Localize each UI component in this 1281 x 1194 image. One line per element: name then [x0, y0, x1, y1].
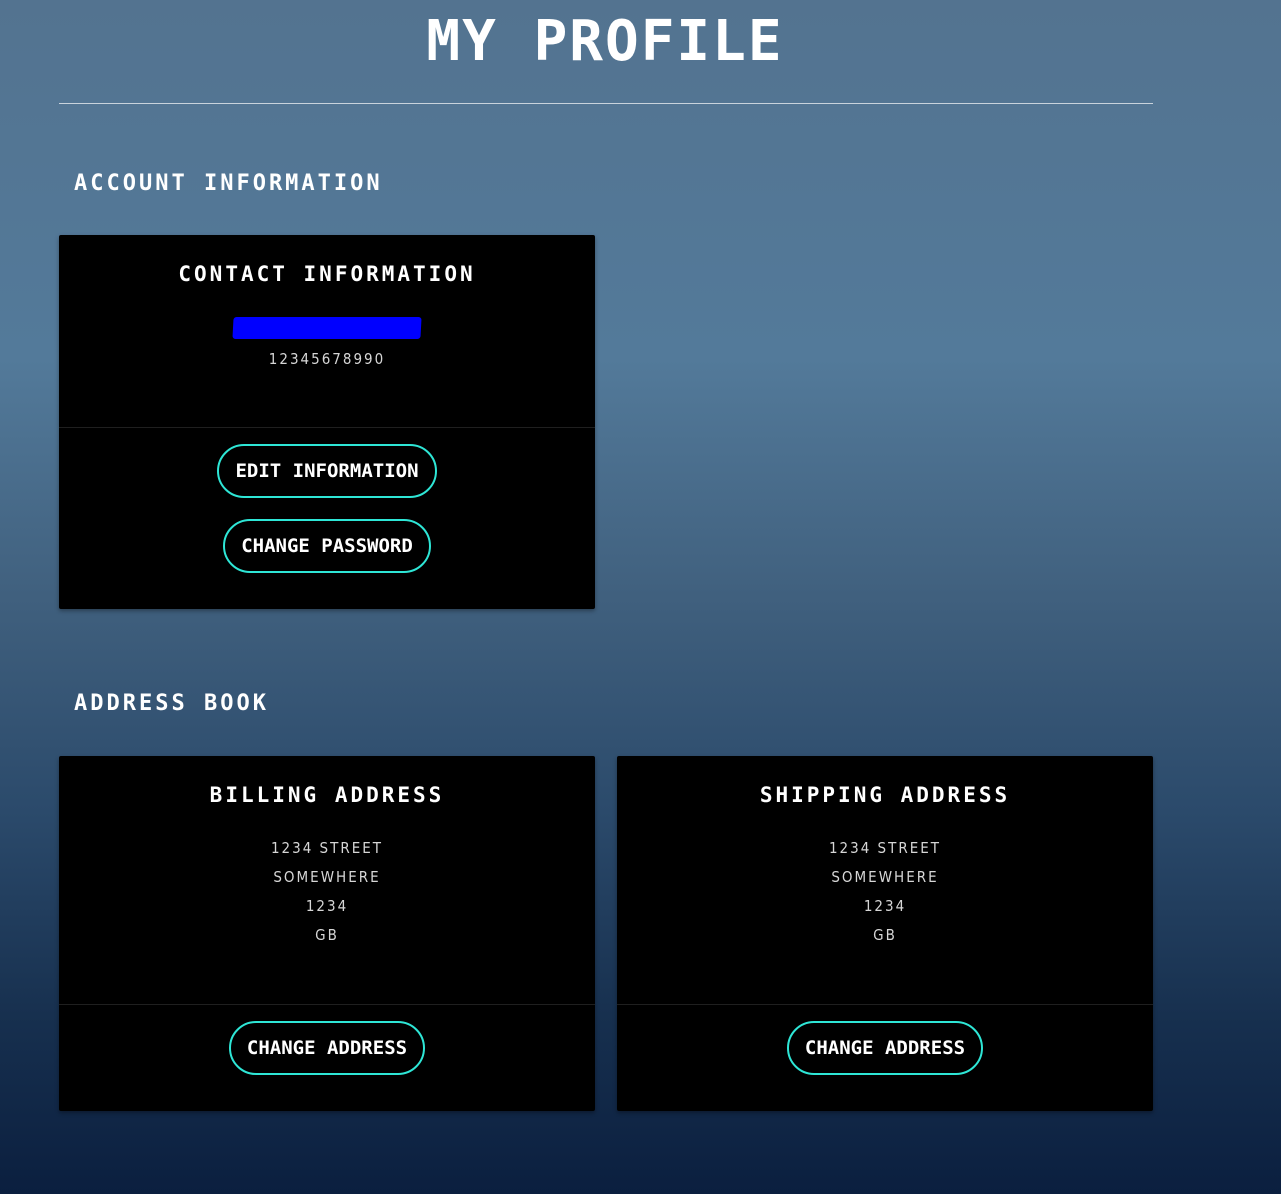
billing-address-card: BILLING ADDRESS 1234 STREET SOMEWHERE 12…: [59, 756, 595, 1111]
billing-address-lines: 1234 STREET SOMEWHERE 1234 GB: [59, 834, 595, 950]
title-divider: [59, 103, 1153, 104]
change-password-button[interactable]: CHANGE PASSWORD: [223, 519, 431, 573]
account-information-heading: ACCOUNT INFORMATION: [74, 171, 383, 196]
contact-card-actions: EDIT INFORMATION CHANGE PASSWORD: [59, 428, 595, 609]
shipping-country: GB: [873, 926, 897, 944]
billing-card-title: BILLING ADDRESS: [209, 783, 445, 807]
change-billing-address-button[interactable]: CHANGE ADDRESS: [228, 1021, 426, 1075]
redaction-mark: [232, 317, 422, 339]
billing-card-body: BILLING ADDRESS 1234 STREET SOMEWHERE 12…: [59, 756, 595, 1005]
shipping-postcode: 1234: [863, 897, 907, 915]
shipping-address-lines: 1234 STREET SOMEWHERE 1234 GB: [617, 834, 1153, 950]
page-title: MY PROFILE: [426, 9, 784, 74]
contact-card-title: CONTACT INFORMATION: [178, 262, 476, 286]
redacted-name: [59, 289, 595, 343]
shipping-city: SOMEWHERE: [831, 868, 939, 886]
shipping-card-title: SHIPPING ADDRESS: [759, 783, 1011, 807]
phone-number: 12345678990: [268, 350, 386, 368]
billing-city: SOMEWHERE: [273, 868, 381, 886]
address-book-heading: ADDRESS BOOK: [74, 691, 269, 716]
billing-street: 1234 STREET: [270, 839, 384, 857]
change-shipping-address-button[interactable]: CHANGE ADDRESS: [786, 1021, 984, 1075]
billing-card-actions: CHANGE ADDRESS: [59, 1005, 595, 1111]
billing-postcode: 1234: [305, 897, 349, 915]
shipping-address-card: SHIPPING ADDRESS 1234 STREET SOMEWHERE 1…: [617, 756, 1153, 1111]
shipping-card-actions: CHANGE ADDRESS: [617, 1005, 1153, 1111]
billing-country: GB: [315, 926, 339, 944]
edit-information-button[interactable]: EDIT INFORMATION: [217, 444, 437, 498]
shipping-card-body: SHIPPING ADDRESS 1234 STREET SOMEWHERE 1…: [617, 756, 1153, 1005]
shipping-street: 1234 STREET: [828, 839, 942, 857]
contact-information-card: CONTACT INFORMATION 12345678990 EDIT INF…: [59, 235, 595, 609]
contact-card-body: CONTACT INFORMATION 12345678990: [59, 235, 595, 428]
